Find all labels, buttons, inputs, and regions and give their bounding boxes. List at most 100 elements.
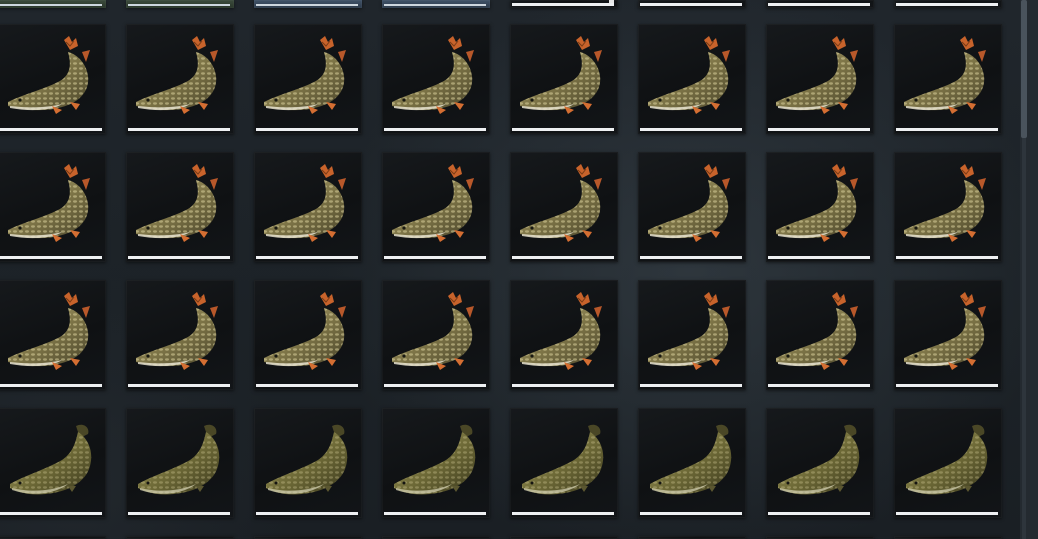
pike-icon — [390, 36, 482, 118]
inventory-slot[interactable] — [126, 280, 234, 390]
inventory-slot[interactable] — [0, 408, 106, 518]
condition-bar — [640, 512, 742, 515]
inventory-slot[interactable] — [126, 152, 234, 262]
condition-bar — [384, 256, 486, 259]
burbot-icon — [134, 420, 226, 502]
inventory-slot[interactable] — [126, 0, 234, 8]
inventory-slot[interactable] — [254, 280, 362, 390]
pike-icon — [6, 36, 98, 118]
inventory-slot[interactable] — [766, 0, 874, 8]
inventory-slot[interactable] — [254, 24, 362, 134]
condition-bar — [512, 3, 614, 6]
inventory-slot[interactable] — [126, 408, 234, 518]
burbot-icon — [6, 420, 98, 502]
pike-icon — [134, 36, 226, 118]
condition-bar — [768, 128, 870, 131]
inventory-slot[interactable] — [638, 152, 746, 262]
inventory-slot[interactable] — [766, 152, 874, 262]
burbot-icon — [902, 420, 994, 502]
condition-bar — [384, 512, 486, 515]
condition-bar — [640, 128, 742, 131]
inventory-slot[interactable] — [254, 0, 362, 8]
condition-bar — [512, 256, 614, 259]
condition-bar — [0, 4, 102, 6]
condition-bar — [384, 128, 486, 131]
condition-bar — [768, 384, 870, 387]
condition-bar — [128, 4, 230, 6]
inventory-slot[interactable] — [382, 280, 490, 390]
inventory-slot[interactable] — [766, 280, 874, 390]
pike-icon — [262, 36, 354, 118]
inventory-slot[interactable] — [126, 24, 234, 134]
condition-bar — [512, 384, 614, 387]
condition-bar — [128, 128, 230, 131]
condition-bar — [256, 512, 358, 515]
condition-bar — [0, 256, 102, 259]
scrollbar[interactable] — [1020, 0, 1038, 539]
burbot-icon — [646, 420, 738, 502]
condition-bar — [896, 256, 998, 259]
condition-bar — [128, 256, 230, 259]
pike-icon — [774, 36, 866, 118]
pike-icon — [134, 164, 226, 246]
inventory-slot[interactable] — [382, 408, 490, 518]
condition-bar — [640, 384, 742, 387]
inventory-grid — [0, 0, 1020, 539]
inventory-slot[interactable] — [510, 0, 618, 8]
inventory-slot[interactable] — [0, 280, 106, 390]
inventory-slot[interactable] — [510, 280, 618, 390]
inventory-slot[interactable] — [0, 0, 106, 8]
slot-marker-icon — [609, 0, 614, 3]
pike-icon — [390, 164, 482, 246]
condition-bar — [512, 128, 614, 131]
inventory-slot[interactable] — [638, 0, 746, 8]
pike-icon — [774, 292, 866, 374]
pike-icon — [774, 164, 866, 246]
inventory-slot[interactable] — [510, 408, 618, 518]
pike-icon — [646, 164, 738, 246]
burbot-icon — [390, 420, 482, 502]
inventory-slot[interactable] — [382, 152, 490, 262]
pike-icon — [902, 36, 994, 118]
inventory-slot[interactable] — [894, 152, 1002, 262]
condition-bar — [768, 256, 870, 259]
pike-icon — [518, 292, 610, 374]
inventory-slot[interactable] — [638, 408, 746, 518]
condition-bar — [512, 512, 614, 515]
condition-bar — [768, 3, 870, 6]
condition-bar — [896, 384, 998, 387]
inventory-slot[interactable] — [894, 0, 1002, 8]
condition-bar — [0, 384, 102, 387]
inventory-slot[interactable] — [766, 408, 874, 518]
inventory-slot[interactable] — [894, 408, 1002, 518]
condition-bar — [256, 384, 358, 387]
inventory-slot[interactable] — [766, 24, 874, 134]
pike-icon — [6, 164, 98, 246]
pike-icon — [518, 36, 610, 118]
inventory-slot[interactable] — [894, 24, 1002, 134]
inventory-slot[interactable] — [894, 280, 1002, 390]
inventory-slot[interactable] — [0, 152, 106, 262]
condition-bar — [0, 128, 102, 131]
scrollbar-thumb[interactable] — [1021, 0, 1027, 138]
inventory-slot[interactable] — [254, 408, 362, 518]
condition-bar — [896, 512, 998, 515]
pike-icon — [390, 292, 482, 374]
inventory-slot[interactable] — [510, 24, 618, 134]
pike-icon — [902, 164, 994, 246]
condition-bar — [384, 384, 486, 387]
burbot-icon — [774, 420, 866, 502]
inventory-slot[interactable] — [254, 152, 362, 262]
inventory-slot[interactable] — [0, 24, 106, 134]
inventory-slot[interactable] — [638, 280, 746, 390]
inventory-slot[interactable] — [638, 24, 746, 134]
inventory-slot[interactable] — [510, 152, 618, 262]
inventory-slot[interactable] — [382, 24, 490, 134]
condition-bar — [128, 512, 230, 515]
pike-icon — [518, 164, 610, 246]
pike-icon — [6, 292, 98, 374]
pike-icon — [134, 292, 226, 374]
inventory-slot[interactable] — [382, 0, 490, 8]
condition-bar — [384, 4, 486, 6]
burbot-icon — [518, 420, 610, 502]
